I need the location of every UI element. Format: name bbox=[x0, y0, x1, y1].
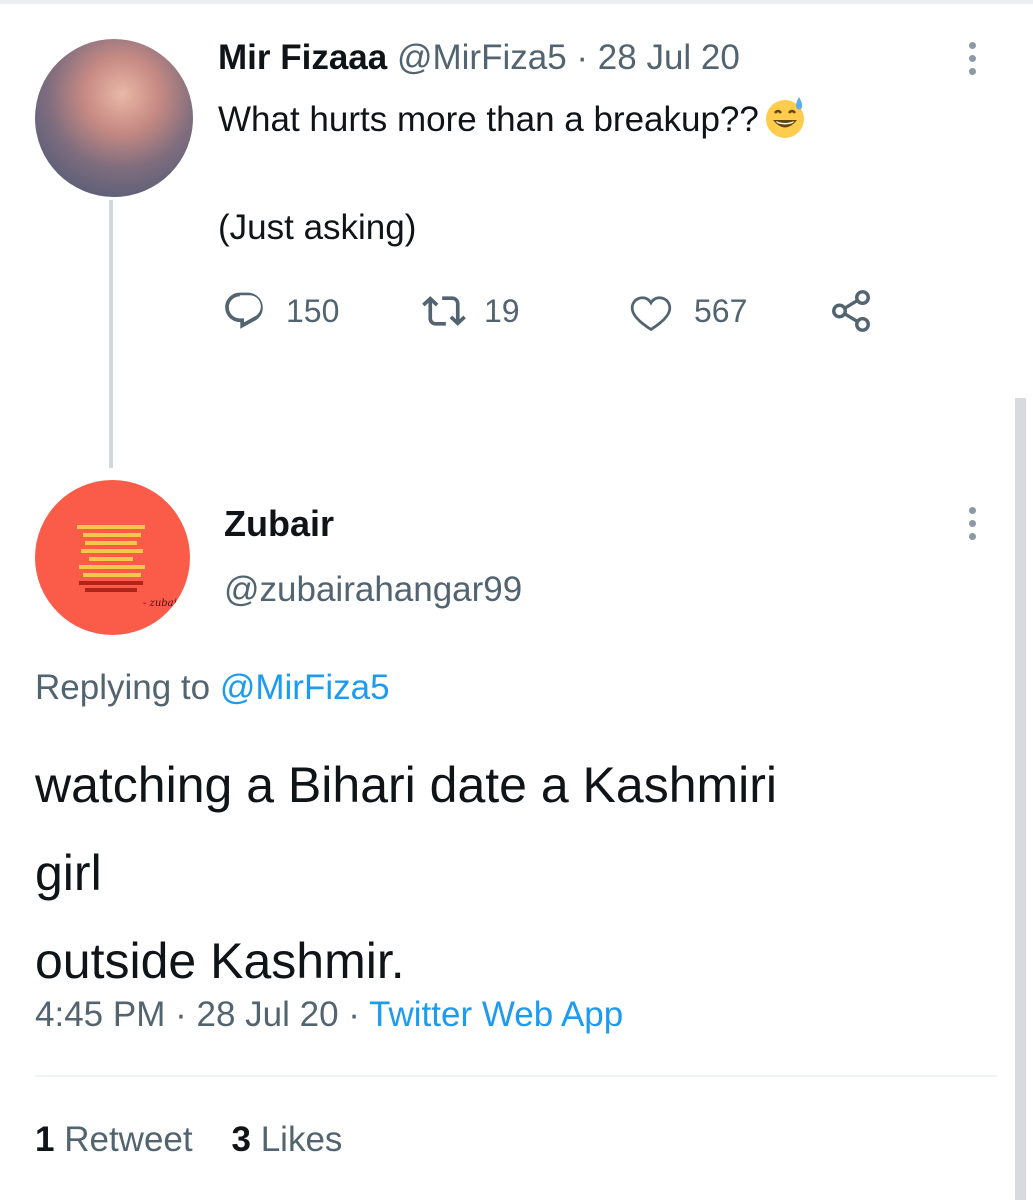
tweet2-author-name[interactable]: Zubair bbox=[224, 503, 334, 545]
tweet1-author-handle[interactable]: @MirFiza5 bbox=[397, 38, 567, 77]
tweet1-date[interactable]: 28 Jul 20 bbox=[598, 38, 740, 77]
tweet1-header: Mir Fizaaa @MirFiza5 · 28 Jul 20 bbox=[218, 38, 740, 78]
like-button[interactable]: 567 bbox=[628, 288, 747, 334]
replying-to-handle-link[interactable]: @MirFiza5 bbox=[220, 668, 390, 707]
retweet-icon bbox=[422, 296, 466, 326]
tweet2-date[interactable]: 28 Jul 20 bbox=[196, 995, 338, 1034]
like-count: 567 bbox=[694, 292, 748, 329]
tweet2-time[interactable]: 4:45 PM bbox=[35, 995, 165, 1034]
tweet2-metadata: 4:45 PM · 28 Jul 20 · Twitter Web App bbox=[35, 995, 623, 1035]
likes-label: Likes bbox=[260, 1120, 343, 1159]
avatar-text-stripe bbox=[83, 533, 141, 537]
retweets-count: 1 bbox=[35, 1120, 55, 1159]
avatar-zubair[interactable]: - zubair bbox=[35, 480, 190, 635]
avatar-text-stripe bbox=[79, 565, 145, 569]
more-options-icon[interactable] bbox=[969, 507, 977, 546]
stats-divider bbox=[35, 1075, 997, 1077]
more-options-icon[interactable] bbox=[969, 42, 977, 81]
tweet2-text-line: watching a Bihari date a Kashmiri bbox=[35, 757, 778, 813]
likes-count: 3 bbox=[231, 1120, 251, 1159]
thread-connector-line bbox=[109, 200, 113, 468]
tweet1-text-line2: (Just asking) bbox=[218, 208, 417, 247]
replying-to: Replying to @MirFiza5 bbox=[35, 668, 390, 708]
share-icon bbox=[832, 290, 870, 332]
reply-button[interactable]: 150 bbox=[222, 288, 339, 334]
tweet2-author-handle[interactable]: @zubairahangar99 bbox=[224, 570, 522, 610]
avatar-text-stripe bbox=[83, 573, 141, 577]
avatar-text-stripe bbox=[85, 588, 137, 592]
retweets-stat[interactable]: 1 Retweet bbox=[35, 1120, 193, 1159]
reply-icon bbox=[225, 292, 263, 329]
avatar-text-stripe bbox=[77, 525, 145, 529]
tweet2-source-link[interactable]: Twitter Web App bbox=[369, 995, 623, 1034]
likes-stat[interactable]: 3 Likes bbox=[232, 1120, 343, 1159]
engagement-stats: 1 Retweet 3 Likes bbox=[35, 1120, 342, 1160]
avatar-text-stripe bbox=[89, 557, 133, 561]
top-divider bbox=[0, 0, 1033, 4]
tweet1-text: What hurts more than a breakup?? bbox=[218, 95, 807, 140]
tweet2-text: watching a Bihari date a Kashmiri girl o… bbox=[35, 741, 995, 1005]
tweet1-author-name[interactable]: Mir Fizaaa bbox=[218, 38, 387, 77]
avatar-text-stripe bbox=[81, 549, 143, 553]
tweet2-text-line: outside Kashmir. bbox=[35, 933, 405, 989]
avatar-text-stripe bbox=[79, 581, 143, 585]
avatar-mir-fizaaa[interactable] bbox=[35, 39, 193, 197]
retweets-label: Retweet bbox=[64, 1120, 193, 1159]
share-button[interactable] bbox=[828, 288, 874, 334]
grinning-face-with-sweat-emoji bbox=[765, 97, 804, 138]
replying-to-label: Replying to bbox=[35, 668, 211, 707]
reply-count: 150 bbox=[286, 292, 340, 329]
tweet1-separator: · bbox=[576, 38, 589, 77]
tweet1-text-line1: What hurts more than a breakup?? bbox=[218, 100, 759, 139]
scrollbar[interactable] bbox=[1015, 398, 1026, 1200]
avatar-text-stripe bbox=[85, 541, 137, 545]
tweet2-separator: · bbox=[348, 995, 360, 1034]
retweet-count: 19 bbox=[484, 292, 520, 329]
like-icon bbox=[630, 296, 672, 332]
retweet-button[interactable]: 19 bbox=[420, 288, 520, 334]
tweet2-separator: · bbox=[175, 995, 187, 1034]
tweet2-text-line: girl bbox=[35, 845, 102, 901]
avatar-signature: - zubair bbox=[143, 598, 182, 609]
